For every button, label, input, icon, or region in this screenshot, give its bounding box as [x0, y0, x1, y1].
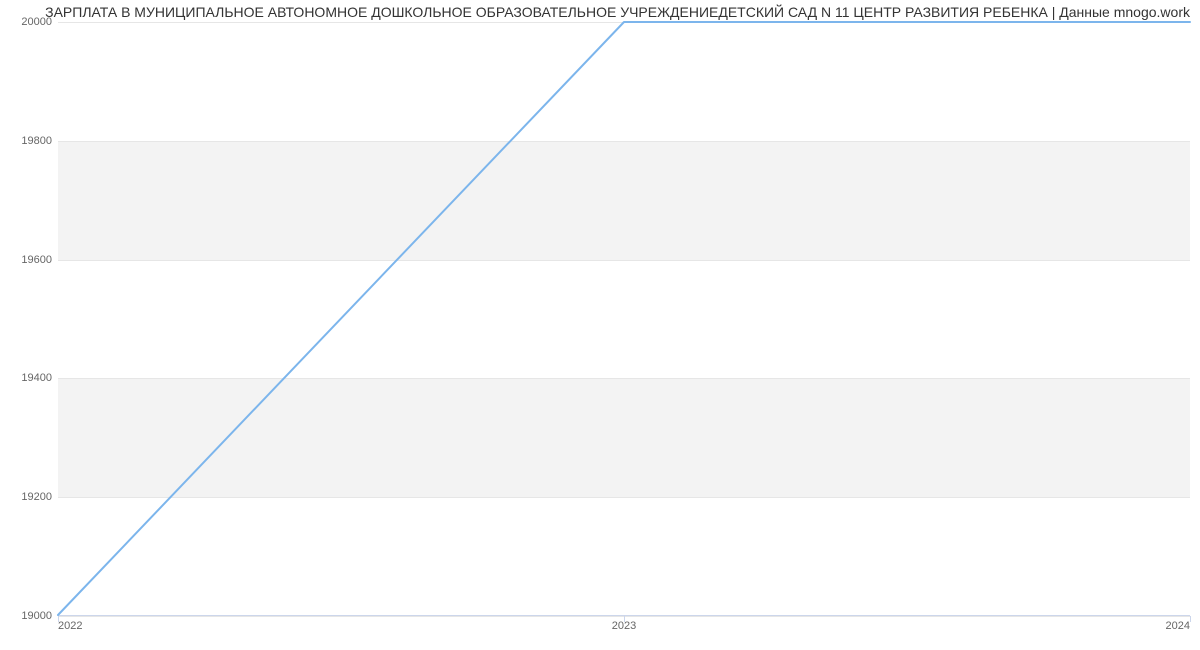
plot-area — [58, 22, 1190, 616]
x-tickmark — [1190, 616, 1191, 622]
salary-chart: ЗАРПЛАТА В МУНИЦИПАЛЬНОЕ АВТОНОМНОЕ ДОШК… — [0, 0, 1200, 650]
y-tick-label: 20000 — [4, 16, 52, 28]
x-tick-label: 2022 — [58, 620, 82, 632]
y-tick-label: 19200 — [4, 491, 52, 503]
y-tick-label: 19400 — [4, 372, 52, 384]
line-layer — [58, 22, 1190, 615]
y-tick-label: 19600 — [4, 254, 52, 266]
chart-title: ЗАРПЛАТА В МУНИЦИПАЛЬНОЕ АВТОНОМНОЕ ДОШК… — [0, 4, 1190, 20]
y-tick-label: 19800 — [4, 135, 52, 147]
x-tick-label: 2024 — [1166, 620, 1190, 632]
series-line — [58, 22, 1190, 615]
y-tick-label: 19000 — [4, 610, 52, 622]
x-tick-label: 2023 — [612, 620, 636, 632]
